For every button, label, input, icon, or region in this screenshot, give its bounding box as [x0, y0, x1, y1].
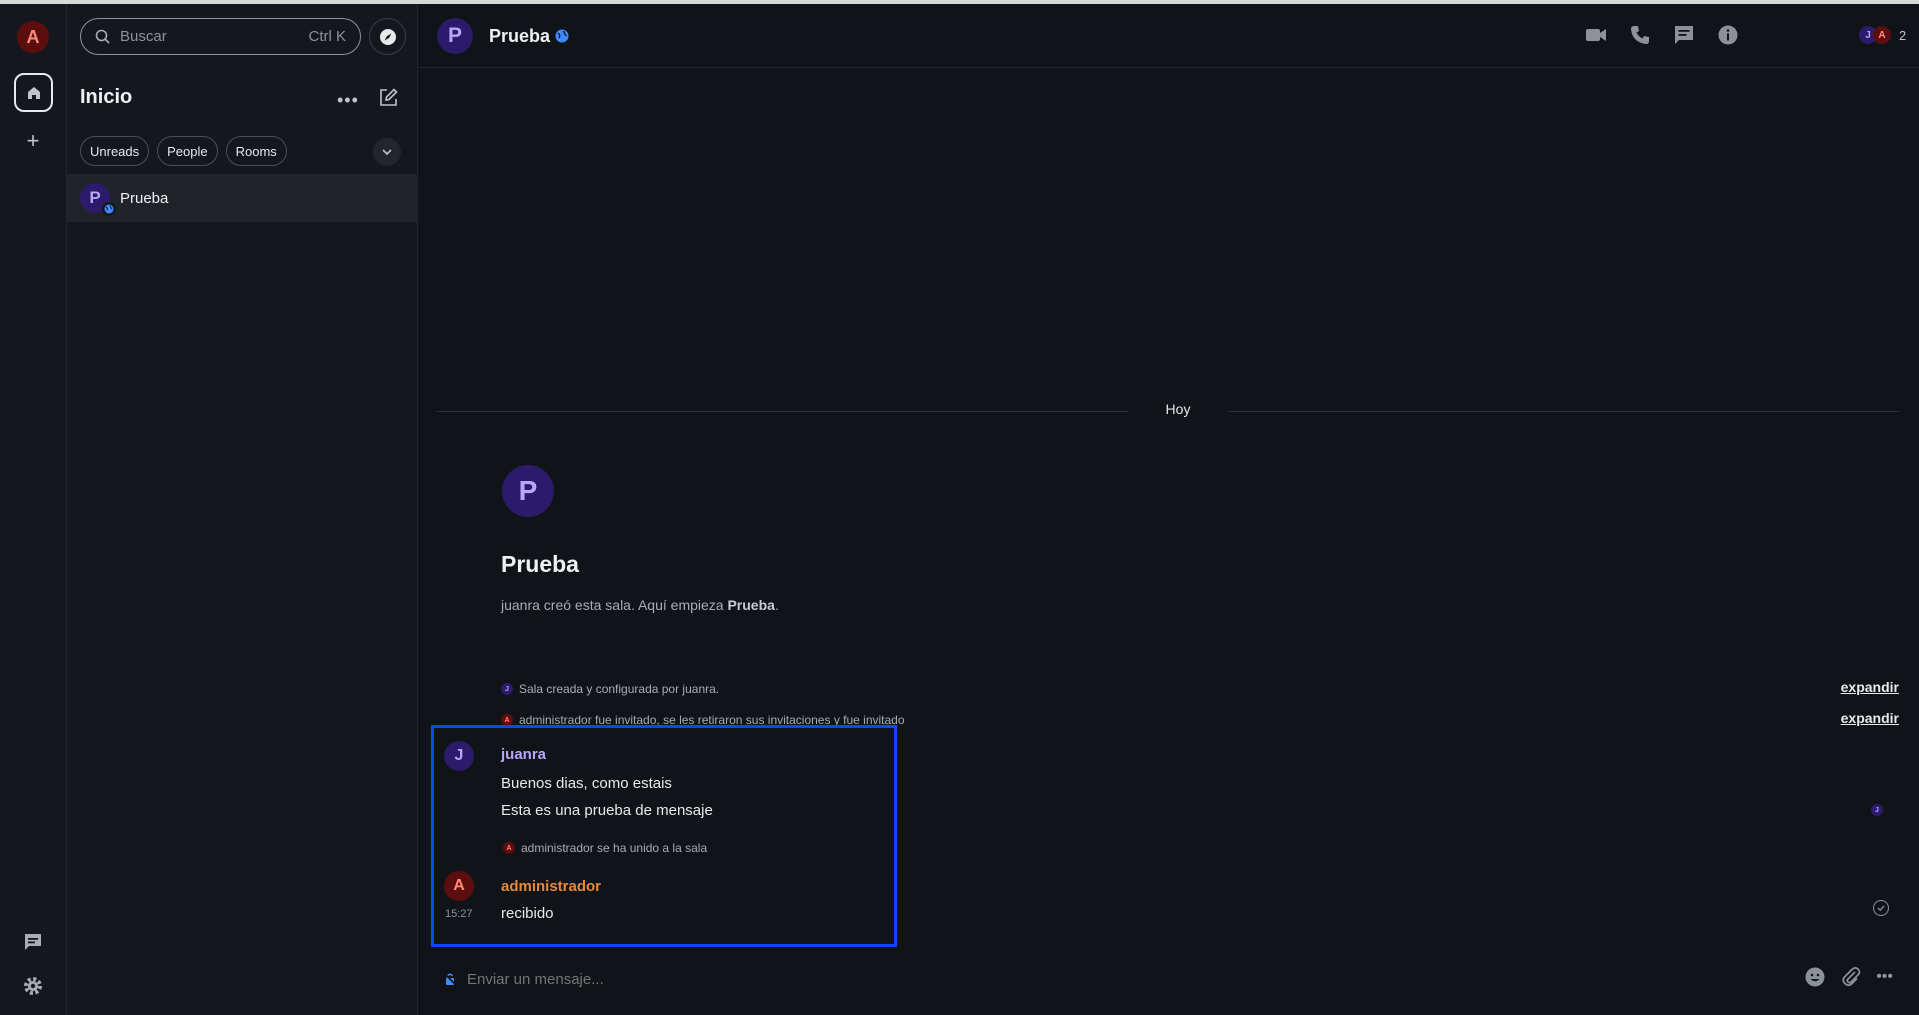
room-view: P Prueba J A 2 Hoy P Prueba juanra creó … [419, 4, 1919, 1015]
message-timestamp: 15:27 [445, 908, 473, 920]
message-body: recibido [501, 905, 554, 922]
filter-unreads[interactable]: Unreads [80, 136, 150, 166]
emoji-button[interactable] [1804, 966, 1826, 993]
chevron-down-icon [382, 149, 392, 156]
room-list-panel: Buscar Ctrl K Inicio ••• Unreads People … [67, 4, 418, 1015]
room-list-options-button[interactable]: ••• [337, 90, 359, 111]
room-name: Prueba [120, 189, 169, 207]
sender-name[interactable]: administrador [501, 878, 601, 895]
attach-button[interactable] [1840, 966, 1862, 993]
room-header-avatar[interactable]: P [437, 18, 473, 54]
public-room-globe-icon [102, 202, 116, 216]
info-icon [1718, 25, 1738, 45]
public-room-globe-icon [555, 29, 569, 48]
more-filters-button[interactable] [373, 138, 401, 166]
search-button[interactable]: Buscar Ctrl K [80, 18, 361, 55]
room-list-title: Inicio [80, 86, 133, 108]
quick-settings-button[interactable] [22, 975, 44, 1002]
sender-name[interactable]: juanra [501, 746, 546, 763]
paperclip-icon [1842, 966, 1861, 986]
video-call-button[interactable] [1585, 24, 1607, 46]
event-avatar: A [503, 842, 515, 854]
space-rail: A + [0, 4, 67, 1015]
join-event: A administrador se ha unido a la sala [503, 841, 707, 855]
message-body: Esta es una prueba de mensaje [501, 802, 713, 819]
event-avatar: J [501, 683, 513, 695]
date-separator: Hoy [1128, 401, 1228, 417]
video-camera-icon [1586, 29, 1606, 41]
gear-icon [24, 977, 42, 995]
member-avatar: A [1873, 26, 1891, 44]
room-header-title[interactable]: Prueba [489, 26, 550, 47]
explore-rooms-button[interactable] [369, 18, 406, 55]
more-options-button[interactable]: ••• [1876, 966, 1893, 993]
sent-status-check-icon [1873, 900, 1889, 916]
room-intro-title: Prueba [501, 551, 579, 577]
filter-rooms[interactable]: Rooms [225, 136, 287, 166]
room-header-actions [1585, 24, 1739, 46]
room-filters: Unreads People Rooms [80, 136, 287, 166]
room-header: P Prueba J A 2 [419, 4, 1919, 68]
filter-people[interactable]: People [157, 136, 218, 166]
read-receipt-avatar[interactable]: J [1871, 804, 1883, 816]
room-avatar: P [80, 183, 116, 216]
threads-button[interactable] [22, 931, 44, 958]
room-intro-text: juanra creó esta sala. Aquí empieza Prue… [501, 597, 779, 613]
room-members-button[interactable]: J A 2 [1859, 26, 1919, 44]
create-space-button[interactable]: + [22, 130, 44, 152]
room-intro-room-name: Prueba [727, 597, 775, 613]
home-icon [27, 86, 40, 99]
message-body: Buenos dias, como estais [501, 775, 672, 792]
user-avatar[interactable]: A [17, 21, 49, 53]
threads-icon [1675, 26, 1693, 44]
search-shortcut: Ctrl K [308, 28, 347, 45]
search-icon [95, 29, 110, 44]
room-list-item[interactable]: P Prueba [67, 174, 417, 222]
voice-call-button[interactable] [1629, 24, 1651, 46]
compass-icon [379, 28, 396, 45]
room-intro-avatar[interactable]: P [502, 465, 554, 517]
message-composer: ••• [437, 959, 1899, 999]
phone-icon [1631, 26, 1649, 44]
search-placeholder: Buscar [120, 28, 167, 45]
expand-link[interactable]: expandir [1841, 710, 1899, 726]
sender-avatar[interactable]: A [444, 871, 474, 901]
emoji-icon [1805, 967, 1825, 986]
threads-button[interactable] [1673, 24, 1695, 46]
room-info-button[interactable] [1717, 24, 1739, 46]
member-count: 2 [1899, 27, 1907, 43]
threads-icon [25, 934, 41, 950]
composer-actions: ••• [1804, 966, 1893, 993]
compose-button[interactable] [378, 88, 398, 113]
expand-link[interactable]: expandir [1841, 679, 1899, 695]
room-event-summary: J Sala creada y configurada por juanra. [501, 682, 719, 696]
message-input[interactable] [467, 970, 1805, 988]
compose-icon [380, 88, 398, 106]
home-space-button[interactable] [14, 73, 53, 112]
sender-avatar[interactable]: J [444, 741, 474, 771]
encryption-off-icon [443, 972, 457, 986]
